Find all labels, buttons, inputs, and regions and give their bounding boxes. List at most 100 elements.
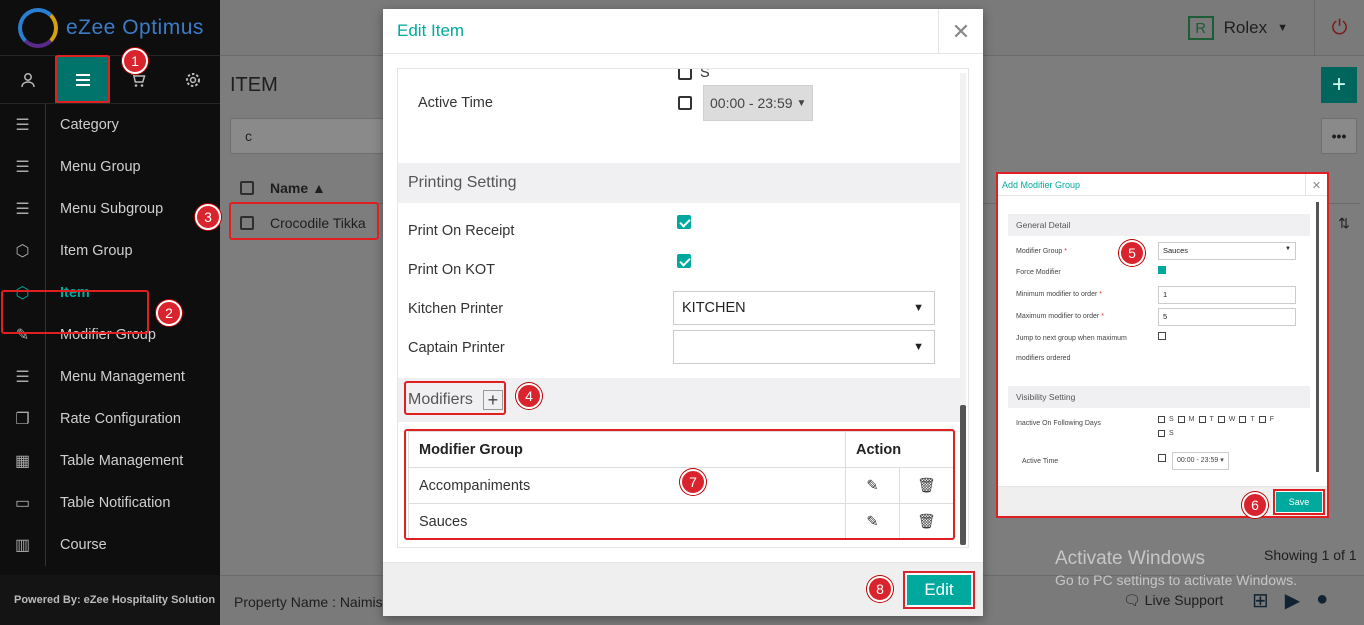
print-on-kot-checkbox[interactable] [677, 254, 691, 268]
sidebar-item-modifier-group[interactable]: ✎ Modifier Group [0, 314, 220, 356]
sidebar-item-label: Rate Configuration [60, 411, 181, 427]
platform-icons: ⊞ ▶ ● [1252, 588, 1328, 613]
annotation-badge: 6 [1242, 492, 1268, 518]
modifier-group-select[interactable]: Sauces ▼ [1158, 242, 1296, 260]
logo[interactable]: eZee Optimus [0, 0, 220, 56]
windows-icon[interactable]: ⊞ [1252, 588, 1269, 613]
active-time-dropdown[interactable]: 00:00 - 23:59 ▼ [703, 85, 814, 121]
jump-next-group-checkbox[interactable] [1158, 332, 1166, 340]
trash-icon[interactable]: 🗑 [899, 503, 954, 540]
caret-down-icon: ▼ [1277, 22, 1288, 34]
inset-title: Add Modifier Group [1002, 179, 1081, 190]
logo-text: eZee Optimus [66, 15, 204, 39]
page-title: ITEM [230, 74, 278, 96]
menu-icon[interactable] [55, 56, 110, 103]
add-item-button[interactable]: + [1321, 67, 1357, 103]
max-modifier-label: Maximum modifier to order * [1016, 313, 1104, 320]
annotation-badge: 1 [122, 48, 148, 74]
sidebar-item-menu-management[interactable]: ☰ Menu Management [0, 356, 220, 398]
row-checkbox[interactable] [240, 216, 254, 230]
jump-next-group-label-2: modifiers ordered [1016, 355, 1071, 362]
visibility-setting-header: Visibility Setting [1008, 386, 1310, 408]
inactive-days-label: Inactive On Following Days [1016, 420, 1101, 427]
inset-active-time-checkbox[interactable] [1158, 454, 1166, 462]
inactive-days-checkboxes: S M T W T F [1158, 416, 1274, 423]
trash-icon[interactable]: 🗑 [899, 467, 954, 504]
sidebar-item-table-notification[interactable]: ▭ Table Notification [0, 482, 220, 524]
select-all-checkbox[interactable] [240, 180, 254, 195]
inset-header: Add Modifier Group ✕ [998, 174, 1327, 196]
general-detail-header: General Detail [1008, 214, 1310, 236]
list-icon: ☰ [0, 146, 46, 188]
grid-icon: ▦ [0, 440, 46, 482]
row-item-name[interactable]: Crocodile Tikka [270, 215, 366, 231]
more-options-button[interactable]: ••• [1321, 118, 1357, 154]
min-modifier-label: Minimum modifier to order * [1016, 291, 1102, 298]
chat-icon: ▭ [0, 482, 46, 524]
sidebar-item-course[interactable]: ▥ Course [0, 524, 220, 566]
caret-down-icon: ▼ [913, 302, 924, 314]
column-header-modifier-group: Modifier Group [408, 431, 846, 468]
sidebar-item-table-management[interactable]: ▦ Table Management [0, 440, 220, 482]
close-icon[interactable]: ✕ [1305, 174, 1327, 196]
sidebar-item-category[interactable]: ☰ Category [0, 104, 220, 146]
sidebar-item-rate-configuration[interactable]: ❐ Rate Configuration [0, 398, 220, 440]
modal-footer: Edit [383, 562, 983, 616]
windows-activation-watermark: Activate Windows Go to PC settings to ac… [1055, 548, 1297, 588]
print-on-receipt-row: Print On Receipt [398, 215, 964, 241]
inset-scrollbar[interactable] [1316, 202, 1319, 472]
user-menu[interactable]: R Rolex ▼ [1187, 16, 1288, 40]
annotation-badge: 8 [867, 576, 893, 602]
sidebar-item-label: Category [60, 117, 119, 133]
power-icon[interactable]: ⏻ [1314, 0, 1364, 56]
modal-header: Edit Item ✕ [383, 9, 983, 54]
edit-icon[interactable]: ✎ [845, 467, 900, 504]
column-header-name[interactable]: Name ▲ [270, 180, 326, 196]
save-button[interactable]: Save [1273, 489, 1325, 515]
list-icon: ☰ [0, 356, 46, 398]
inset-body: General Detail Modifier Group * Sauces ▼ … [1008, 206, 1320, 486]
gear-icon[interactable] [165, 56, 220, 103]
max-modifier-input[interactable]: 5 [1158, 308, 1296, 326]
print-on-receipt-checkbox[interactable] [677, 215, 691, 229]
inset-footer: Save [998, 486, 1327, 516]
book-icon: ▥ [0, 524, 46, 566]
search-input[interactable]: c [230, 118, 390, 154]
modal-scrollbar[interactable] [960, 73, 966, 545]
day-checkbox-s[interactable]: S [678, 69, 738, 81]
force-modifier-checkbox[interactable] [1158, 266, 1166, 274]
edit-icon[interactable]: ✎ [845, 503, 900, 540]
close-icon[interactable]: ✕ [938, 9, 983, 54]
user-icon[interactable] [0, 56, 55, 103]
sidebar-item-menu-group[interactable]: ☰ Menu Group [0, 146, 220, 188]
add-modifier-icon[interactable]: + [482, 390, 503, 410]
edit-icon: ✎ [0, 314, 46, 356]
annotation-badge: 7 [680, 469, 706, 495]
list-icon: ☰ [0, 104, 46, 146]
sidebar-item-label: Menu Group [60, 159, 141, 175]
inset-active-time-dropdown[interactable]: 00:00 - 23:59 ▾ [1172, 452, 1229, 470]
sidebar-menu: ☰ Category ☰ Menu Group ☰ Menu Subgroup ⬡ It… [0, 104, 220, 566]
google-play-icon[interactable]: ▶ [1285, 588, 1300, 613]
sidebar-item-item[interactable]: ⬡ Item [0, 272, 220, 314]
column-header-action: Action [845, 431, 954, 468]
edit-button[interactable]: Edit [903, 571, 975, 609]
sort-icon[interactable]: ⇅ [1328, 206, 1360, 240]
cube-icon: ⬡ [0, 230, 46, 272]
sidebar-item-menu-subgroup[interactable]: ☰ Menu Subgroup [0, 188, 220, 230]
live-support-link[interactable]: 🗨 Live Support [1123, 592, 1223, 609]
active-time-checkbox[interactable] [678, 96, 692, 110]
sidebar-item-item-group[interactable]: ⬡ Item Group [0, 230, 220, 272]
apple-icon[interactable]: ● [1316, 588, 1328, 613]
sidebar-item-label: Menu Management [60, 369, 185, 385]
annotation-badge: 3 [195, 204, 221, 230]
modifiers-label: Modifiers [408, 391, 473, 408]
scrollbar-thumb[interactable] [960, 405, 966, 545]
modifier-group-label: Modifier Group * [1016, 248, 1067, 255]
sidebar-top-nav [0, 56, 220, 104]
modal-title: Edit Item [397, 21, 465, 40]
captain-printer-select[interactable]: ▼ [673, 330, 935, 364]
min-modifier-input[interactable]: 1 [1158, 286, 1296, 304]
kitchen-printer-select[interactable]: KITCHEN ▼ [673, 291, 935, 325]
sidebar-item-label: Item Group [60, 243, 133, 259]
